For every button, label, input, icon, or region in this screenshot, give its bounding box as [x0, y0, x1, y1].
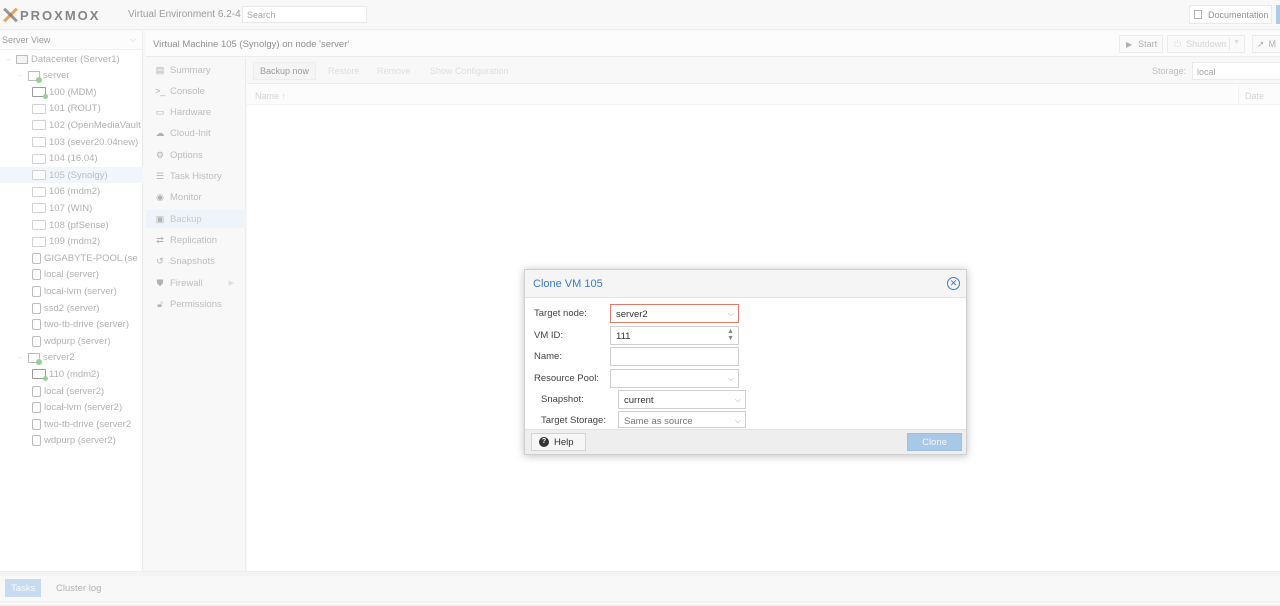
target-storage-label: Target Storage:	[541, 415, 606, 426]
snapshot-label: Snapshot:	[541, 394, 584, 405]
resource-pool-label: Resource Pool:	[534, 373, 599, 384]
name-input[interactable]	[610, 347, 739, 366]
help-button[interactable]: ? Help	[531, 433, 586, 451]
resource-pool-select[interactable]: ⌵	[610, 369, 739, 388]
question-icon: ?	[539, 437, 549, 447]
vmid-label: VM ID:	[534, 330, 564, 341]
name-label: Name:	[534, 351, 562, 362]
help-label: Help	[554, 436, 574, 448]
vmid-value: 111	[616, 331, 631, 342]
snapshot-value: current	[624, 395, 654, 406]
close-icon[interactable]: ✕	[947, 277, 960, 290]
target-storage-value: Same as source	[624, 416, 693, 427]
clone-button[interactable]: Clone	[907, 433, 962, 451]
chevron-down-icon: ⌵	[727, 374, 734, 383]
dialog-footer: ? Help Clone	[525, 429, 966, 454]
target-node-value: server2	[616, 309, 648, 320]
chevron-down-icon: ⌵	[734, 416, 741, 425]
chevron-down-icon: ⌵	[727, 309, 734, 318]
chevron-down-icon: ⌵	[734, 395, 741, 404]
clone-vm-dialog: Clone VM 105 ✕ Target node: server2 ⌵ VM…	[524, 269, 967, 455]
snapshot-select[interactable]: current ⌵	[618, 390, 746, 409]
spinner-icon[interactable]: ▲ ▼	[727, 328, 734, 342]
target-node-label: Target node:	[534, 308, 587, 319]
dialog-title: Clone VM 105	[533, 278, 603, 290]
dialog-titlebar[interactable]: Clone VM 105 ✕	[525, 270, 966, 298]
target-node-select[interactable]: server2 ⌵	[610, 304, 739, 323]
target-storage-select[interactable]: Same as source ⌵	[618, 411, 746, 428]
vmid-input[interactable]: 111 ▲ ▼	[610, 326, 739, 345]
